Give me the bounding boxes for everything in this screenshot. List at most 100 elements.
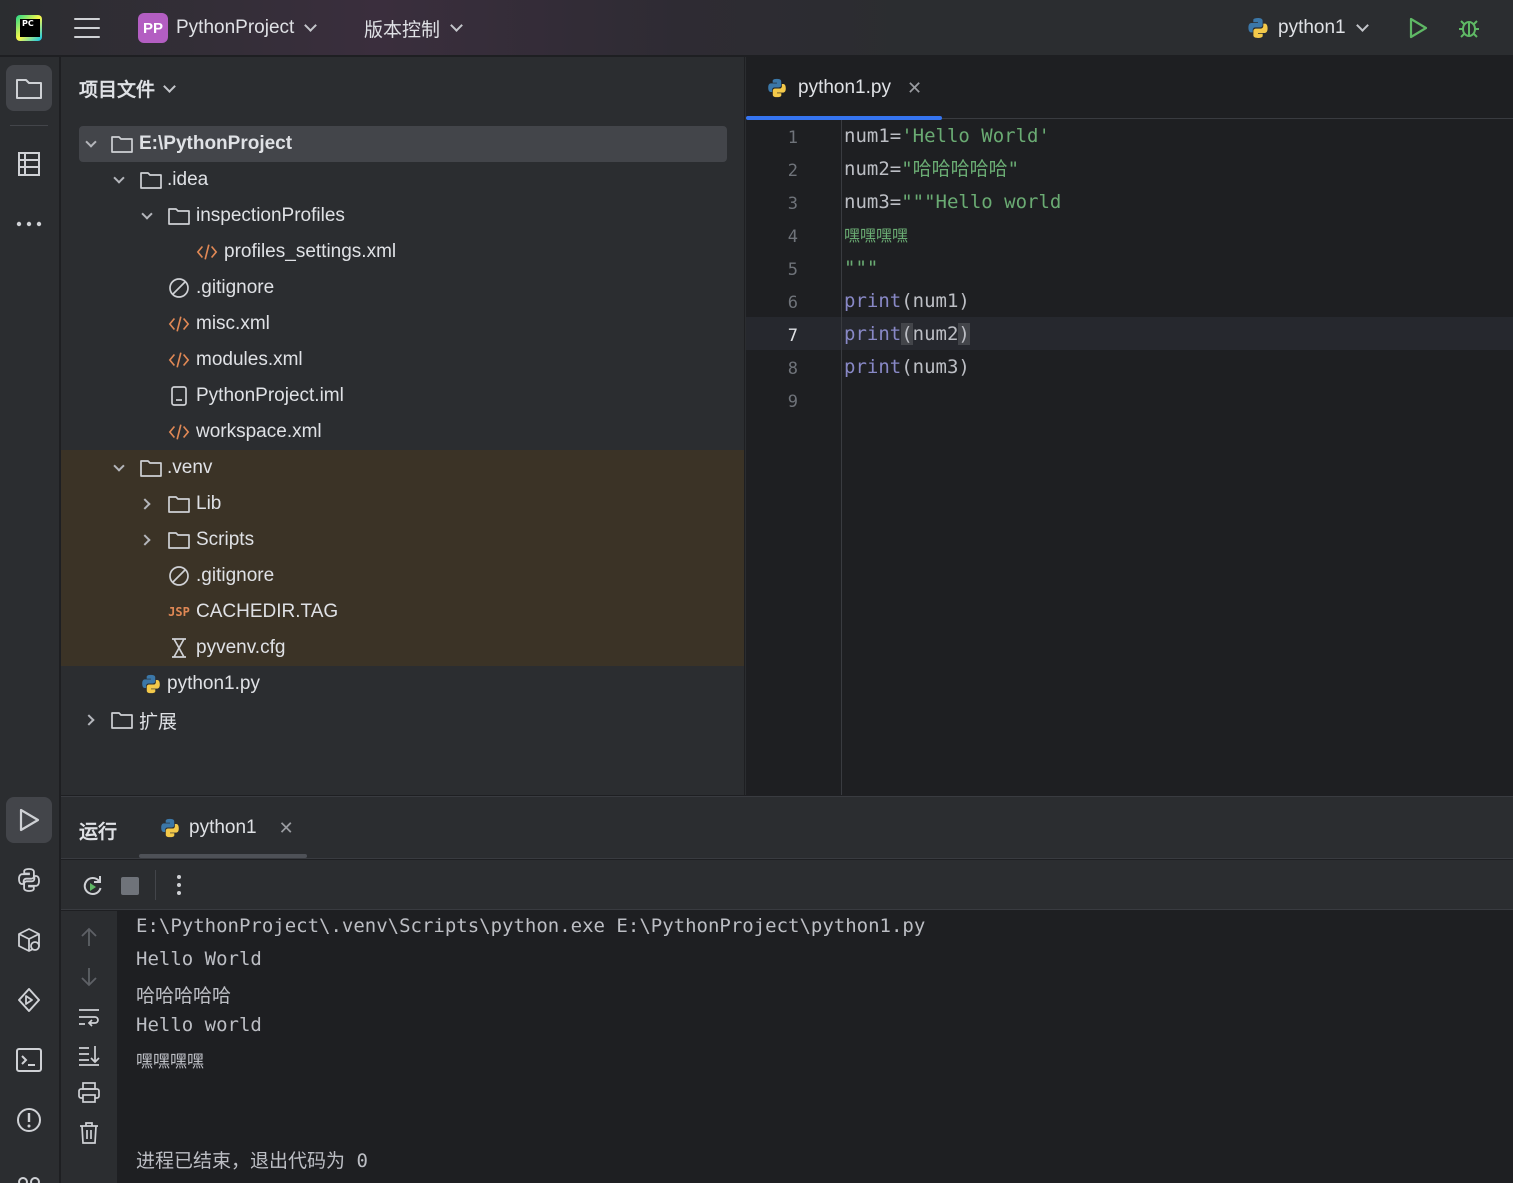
console-line: Hello world — [136, 1014, 262, 1036]
tree-item-venv-gitignore[interactable]: .gitignore — [61, 558, 744, 594]
jsp-file-icon: JSP — [168, 605, 190, 619]
tree-item-label: 扩展 — [139, 711, 178, 733]
editor-tab-python1[interactable]: python1.py ✕ — [746, 57, 942, 120]
up-arrow-icon[interactable] — [77, 925, 101, 949]
tree-item-label: python1.py — [167, 673, 260, 694]
title-bar: PP PythonProject 版本控制 python1 — [0, 0, 1513, 56]
chevron-down-icon[interactable] — [141, 208, 153, 220]
tree-item-label: .gitignore — [196, 565, 275, 586]
project-name: PythonProject — [176, 17, 295, 38]
line-number: 3 — [787, 194, 798, 214]
tree-item-gitignore[interactable]: .gitignore — [61, 270, 744, 306]
folder-icon — [168, 205, 190, 227]
debug-icon[interactable] — [1456, 0, 1482, 56]
line-number-gutter: 1 2 3 4 5 6 7 8 9 — [746, 120, 841, 795]
line-number: 8 — [787, 359, 798, 379]
run-panel: 运行 python1 ✕ E:\PythonProject\.venv\Scri… — [61, 796, 1513, 1183]
more-icon[interactable] — [6, 201, 52, 247]
tree-item-misc-xml[interactable]: misc.xml — [61, 306, 744, 342]
tree-item-inspection-profiles[interactable]: inspectionProfiles — [61, 198, 744, 234]
structure-icon[interactable] — [6, 141, 52, 187]
chevron-down-icon[interactable] — [113, 460, 125, 472]
tree-item-extensions[interactable]: 扩展 — [61, 702, 744, 738]
tree-item-idea[interactable]: .idea — [61, 162, 744, 198]
project-switcher[interactable]: PP PythonProject — [138, 0, 318, 56]
tree-item-label: .idea — [167, 169, 209, 190]
code-line-7: print(num2) — [844, 323, 970, 345]
code-line-5: """ — [844, 257, 879, 279]
problems-icon[interactable] — [6, 1097, 52, 1143]
pycharm-logo-icon[interactable] — [16, 0, 42, 56]
tree-item-iml[interactable]: PythonProject.iml — [61, 378, 744, 414]
chevron-down-icon — [1355, 19, 1369, 32]
tree-item-label: workspace.xml — [196, 421, 322, 442]
run-icon[interactable] — [1406, 0, 1430, 56]
tree-item-label: .gitignore — [196, 277, 275, 298]
tree-item-lib[interactable]: Lib — [61, 486, 744, 522]
tree-item-project-root[interactable]: E:\PythonProject — [61, 126, 744, 162]
run-tool-icon[interactable] — [6, 797, 52, 843]
python-icon — [161, 818, 179, 838]
terminal-icon[interactable] — [6, 1037, 52, 1083]
project-panel-title: 项目文件 — [79, 80, 156, 101]
xml-file-icon — [168, 313, 190, 335]
chevron-down-icon — [304, 19, 318, 32]
chevron-right-icon[interactable] — [139, 534, 151, 546]
vcs-menu[interactable]: 版本控制 — [364, 0, 463, 56]
divider — [10, 125, 48, 126]
chevron-down-icon[interactable] — [113, 172, 125, 184]
config-file-icon — [168, 637, 190, 659]
console-line: E:\PythonProject\.venv\Scripts\python.ex… — [136, 915, 926, 937]
tree-item-pyvenv-cfg[interactable]: pyvenv.cfg — [61, 630, 744, 666]
chevron-right-icon[interactable] — [139, 498, 151, 510]
run-config-selector[interactable]: python1 — [1246, 0, 1369, 56]
line-number-current: 7 — [787, 326, 798, 346]
code-line-8: print(num3) — [844, 356, 970, 378]
print-icon[interactable] — [77, 1081, 101, 1105]
tree-item-label: profiles_settings.xml — [224, 241, 397, 262]
close-icon[interactable]: ✕ — [907, 78, 922, 99]
tree-item-workspace-xml[interactable]: workspace.xml — [61, 414, 744, 450]
run-tab-python1[interactable]: python1 ✕ — [157, 797, 307, 859]
project-badge: PP — [138, 13, 168, 43]
folder-icon — [111, 133, 133, 155]
tree-item-venv[interactable]: .venv — [61, 450, 744, 486]
folder-icon[interactable] — [6, 65, 52, 111]
rerun-icon[interactable] — [79, 873, 105, 905]
python-icon — [140, 673, 162, 695]
xml-file-icon — [168, 349, 190, 371]
console-exit-line: 进程已结束，退出代码为 0 — [136, 1150, 368, 1172]
tree-item-label: inspectionProfiles — [196, 205, 345, 226]
tree-item-label: Lib — [196, 493, 222, 514]
tree-item-scripts[interactable]: Scripts — [61, 522, 744, 558]
tree-item-python1[interactable]: python1.py — [61, 666, 744, 702]
chevron-down-icon — [450, 19, 463, 32]
project-view-selector[interactable]: 项目文件 — [79, 75, 176, 102]
vcs-label: 版本控制 — [364, 19, 441, 41]
tree-item-label: pyvenv.cfg — [196, 637, 286, 658]
python-console-icon[interactable] — [6, 857, 52, 903]
tree-item-profiles-settings[interactable]: profiles_settings.xml — [61, 234, 744, 270]
tree-item-label: Scripts — [196, 529, 255, 550]
trash-icon[interactable] — [77, 1121, 101, 1145]
run-config-label: python1 — [1278, 17, 1346, 38]
close-icon[interactable]: ✕ — [279, 818, 294, 839]
stop-icon[interactable] — [121, 877, 139, 895]
python-packages-icon[interactable] — [6, 917, 52, 963]
git-icon[interactable] — [6, 1153, 52, 1183]
more-vertical-icon[interactable] — [175, 872, 183, 904]
tree-item-modules-xml[interactable]: modules.xml — [61, 342, 744, 378]
services-icon[interactable] — [6, 977, 52, 1023]
chevron-right-icon[interactable] — [83, 714, 95, 726]
scroll-to-end-icon[interactable] — [77, 1043, 101, 1067]
line-number: 4 — [787, 227, 798, 247]
hamburger-menu-icon[interactable] — [74, 0, 100, 56]
tree-item-label: PythonProject.iml — [196, 385, 344, 406]
tree-item-cachedir[interactable]: JSP CACHEDIR.TAG — [61, 594, 744, 630]
tree-item-label: CACHEDIR.TAG — [196, 601, 339, 622]
chevron-down-icon — [163, 79, 176, 93]
down-arrow-icon[interactable] — [77, 965, 101, 989]
python-icon — [768, 78, 786, 98]
soft-wrap-icon[interactable] — [77, 1005, 101, 1029]
code-line-3: num3="""Hello world — [844, 191, 1062, 213]
